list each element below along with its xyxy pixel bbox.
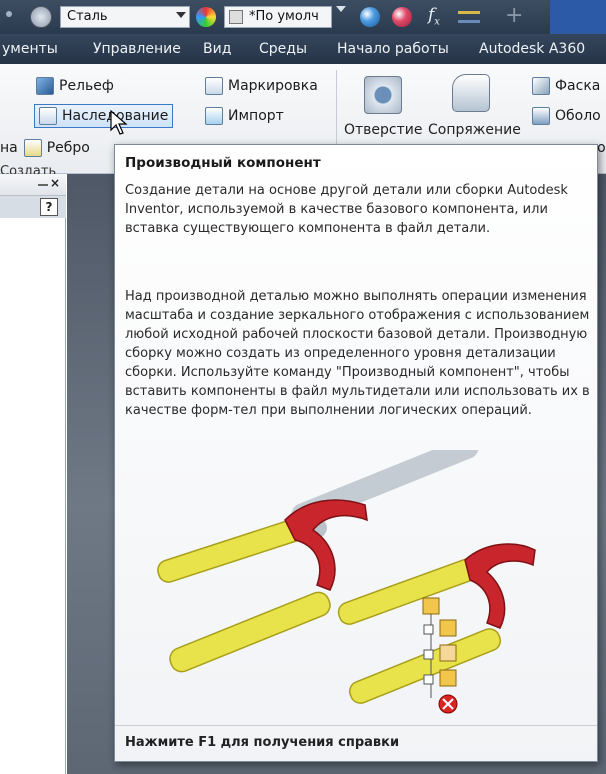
derive-tooltip: Производный компонент Создание детали на…: [114, 144, 598, 762]
chamfer-label: Фаска: [555, 78, 601, 94]
rib-icon: [23, 139, 42, 157]
tooltip-help-hint: Нажмите F1 для получения справки: [125, 735, 400, 750]
material-icon[interactable]: [30, 6, 52, 28]
rib-label: Ребро: [46, 140, 90, 156]
tab-manage[interactable]: Управление: [93, 41, 181, 57]
chamfer-icon: [532, 77, 550, 95]
model-browser-panel: × ?: [0, 174, 66, 774]
relief-button[interactable]: Рельеф: [36, 74, 114, 98]
marking-icon: [205, 77, 223, 95]
relief-label: Рельеф: [59, 78, 114, 94]
rib-button[interactable]: на Ребро: [0, 136, 90, 160]
material-combo-value: Сталь: [67, 9, 108, 24]
shell-icon: [532, 107, 550, 125]
tab-autodesk-a360[interactable]: Autodesk A360: [479, 41, 585, 57]
chevron-down-icon: [176, 12, 186, 18]
tooltip-description: Создание детали на основе другой детали …: [125, 183, 568, 236]
pin-icon[interactable]: [38, 184, 48, 186]
appearance-icon[interactable]: [196, 7, 216, 27]
tab-tools[interactable]: ументы: [2, 41, 58, 57]
chamfer-button[interactable]: Фаска: [532, 74, 600, 98]
fillet-button[interactable]: Сопряжение: [428, 122, 521, 138]
appearance-combo-value: *По умолч: [249, 9, 319, 24]
import-button[interactable]: Импорт: [205, 104, 284, 128]
tab-get-started[interactable]: Начало работы: [337, 41, 449, 57]
fork-left: [157, 499, 368, 673]
fillet-icon[interactable]: [452, 74, 490, 112]
shell-label: Оболо: [555, 108, 601, 124]
import-label: Импорт: [228, 108, 284, 124]
derive-button[interactable]: Наследование: [34, 104, 174, 128]
appearance-swatch-icon: [229, 10, 243, 24]
rib-prefix-label: на: [0, 140, 18, 156]
tooltip-details: Над производной деталью можно выполнять …: [125, 289, 590, 418]
relief-icon: [36, 77, 54, 95]
derive-icon: [39, 107, 57, 125]
ribbon-tab-bar: ументы Управление Вид Среды Начало работ…: [0, 34, 606, 64]
hole-icon[interactable]: [364, 76, 402, 114]
fx-subscript: x: [434, 16, 440, 28]
browser-header: ×: [0, 174, 66, 196]
import-icon: [205, 107, 223, 125]
appearance-combo[interactable]: *По умолч: [224, 6, 332, 28]
marking-button[interactable]: Маркировка: [205, 74, 318, 98]
measure-icon[interactable]: [458, 11, 480, 23]
fork-right: [337, 543, 536, 704]
chevron-down-icon[interactable]: [336, 6, 346, 12]
browser-tree-icon: [422, 597, 458, 714]
title-bar-strip: [550, 0, 606, 34]
tooltip-divider: [115, 725, 597, 726]
hole-button[interactable]: Отверстие: [344, 122, 423, 138]
add-icon[interactable]: +: [505, 3, 523, 28]
quick-access-toolbar: Сталь *По умолч fx +: [0, 0, 606, 34]
derived-fork-illustration: [157, 450, 536, 714]
mouse-cursor-icon: [110, 110, 128, 135]
tab-environments[interactable]: Среды: [259, 41, 307, 57]
shell-button[interactable]: Оболо: [532, 104, 601, 128]
overflow-dot: [6, 11, 12, 17]
adjust-appearance-icon[interactable]: [360, 7, 380, 27]
help-icon[interactable]: ?: [40, 198, 58, 216]
tooltip-title: Производный компонент: [125, 155, 321, 171]
marking-label: Маркировка: [228, 78, 318, 94]
tab-view[interactable]: Вид: [203, 41, 231, 57]
close-icon[interactable]: ×: [50, 176, 60, 190]
parameters-icon[interactable]: fx: [428, 5, 440, 27]
clear-appearance-icon[interactable]: [392, 7, 412, 27]
material-combo[interactable]: Сталь: [60, 6, 190, 28]
